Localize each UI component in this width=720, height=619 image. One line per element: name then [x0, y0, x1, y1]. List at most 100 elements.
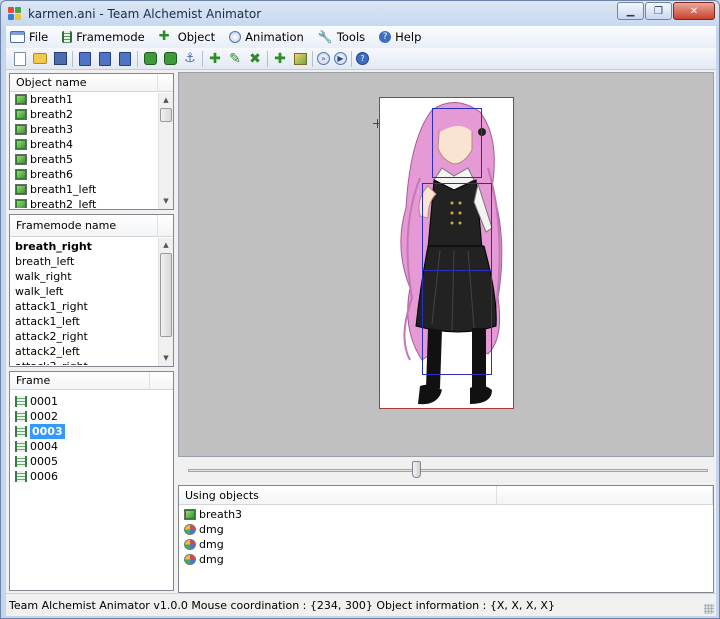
list-item[interactable]: attack1_right	[10, 299, 173, 314]
anchor-icon[interactable]: ⚓	[182, 51, 198, 67]
list-item[interactable]: 0004	[10, 439, 173, 454]
scroll-down-arrow-icon[interactable]: ▼	[159, 194, 173, 209]
new-file-button[interactable]	[12, 51, 28, 67]
close-button[interactable]: ✕	[673, 2, 715, 20]
head-hitbox[interactable]	[432, 108, 482, 178]
image-import-button[interactable]	[292, 51, 308, 67]
list-item[interactable]: attack3_right	[10, 359, 173, 365]
list-item[interactable]: attack1_left	[10, 314, 173, 329]
resize-grip-icon[interactable]	[704, 604, 714, 614]
scroll-thumb[interactable]	[160, 253, 172, 337]
list-item[interactable]: breath2	[10, 107, 173, 122]
object-icon	[15, 94, 27, 105]
play-icon[interactable]: ▶	[334, 52, 347, 65]
puzzle-icon[interactable]: ✚	[272, 51, 288, 67]
scroll-thumb[interactable]	[160, 108, 172, 122]
sprite-frame[interactable]	[379, 97, 514, 409]
list-item-label: 0006	[30, 470, 58, 483]
menu-bar: File Framemode ✚ Object Animation 🔧 Tool…	[6, 26, 716, 48]
scroll-up-arrow-icon[interactable]: ▲	[159, 93, 173, 108]
list-item[interactable]: breath_right	[10, 239, 173, 254]
list-item[interactable]: 0005	[10, 454, 173, 469]
frame-slider-track[interactable]	[188, 469, 708, 472]
object-add-icon[interactable]: ✚	[207, 51, 223, 67]
list-item-label: attack3_right	[15, 359, 88, 365]
list-item-label: 0003	[29, 423, 66, 440]
framemode-edit-button[interactable]	[97, 51, 113, 67]
title-bar[interactable]: karmen.ani - Team Alchemist Animator ▁ ❐…	[1, 1, 719, 26]
scroll-up-arrow-icon[interactable]: ▲	[159, 238, 173, 253]
list-item[interactable]: breath3	[179, 507, 713, 522]
list-item[interactable]: breath1	[10, 92, 173, 107]
list-item-label: attack1_left	[15, 315, 80, 328]
save-file-button[interactable]	[52, 51, 68, 67]
list-item[interactable]: 0002	[10, 409, 173, 424]
list-item-label: breath3	[199, 508, 243, 521]
frame-add-button[interactable]	[142, 51, 158, 67]
list-item[interactable]: dmg	[179, 522, 713, 537]
list-item[interactable]: walk_left	[10, 284, 173, 299]
object-list-scrollbar[interactable]: ▲ ▼	[158, 93, 173, 209]
framemode-list-scrollbar[interactable]: ▲ ▼	[158, 238, 173, 366]
using-objects-column[interactable]: Using objects	[179, 485, 497, 505]
list-item-label: attack1_right	[15, 300, 88, 313]
body-hitbox[interactable]	[422, 183, 492, 375]
image-icon	[293, 52, 307, 65]
using-objects-extra-column[interactable]	[497, 485, 713, 505]
list-item[interactable]: breath3	[10, 122, 173, 137]
hitbox-divider	[422, 270, 492, 271]
frame-list: 0001 0002 0003 0004 0005 0006	[10, 390, 173, 484]
frame-slider-thumb[interactable]	[412, 461, 422, 478]
list-item[interactable]: dmg	[179, 537, 713, 552]
toolbar-separator	[202, 50, 203, 67]
list-item[interactable]: 0006	[10, 469, 173, 484]
puzzle-icon: ✚	[158, 29, 170, 44]
film-frame-icon	[15, 471, 27, 482]
frame-column[interactable]: Frame	[10, 371, 150, 390]
frame-list-panel: Frame 0001 0002 0003 0004 0005 0006	[9, 371, 174, 591]
list-item[interactable]: breath5	[10, 152, 173, 167]
menu-file[interactable]: File	[10, 30, 48, 44]
object-name-column[interactable]: Object name	[10, 73, 158, 92]
film-frame-icon	[15, 426, 27, 437]
framemode-new-button[interactable]	[77, 51, 93, 67]
list-item[interactable]: 0001	[10, 394, 173, 409]
window-icon	[10, 31, 25, 43]
menu-tools[interactable]: 🔧 Tools	[318, 30, 365, 44]
list-item[interactable]: breath6	[10, 167, 173, 182]
framemode-name-column[interactable]: Framemode name	[10, 214, 158, 237]
help-icon[interactable]: ?	[356, 52, 369, 65]
framemode-delete-button[interactable]	[117, 51, 133, 67]
save-icon	[53, 52, 67, 65]
list-item-label: breath2	[30, 108, 74, 121]
frame-remove-button[interactable]	[162, 51, 178, 67]
menu-object[interactable]: ✚ Object	[159, 30, 215, 44]
list-item-label: attack2_right	[15, 330, 88, 343]
menu-framemode[interactable]: Framemode	[62, 30, 145, 44]
list-item-label: breath1_left	[30, 183, 97, 196]
open-file-button[interactable]	[32, 51, 48, 67]
list-item[interactable]: breath2_left	[10, 197, 173, 208]
object-edit-icon[interactable]: ✎	[227, 51, 243, 67]
animation-canvas[interactable]	[178, 72, 714, 457]
object-remove-icon[interactable]: ✖	[247, 51, 263, 67]
list-item-selected[interactable]: 0003	[10, 423, 173, 440]
list-item-label: breath6	[30, 168, 74, 181]
menu-animation[interactable]: Animation	[229, 30, 304, 44]
list-item[interactable]: dmg	[179, 552, 713, 567]
list-item[interactable]: attack2_left	[10, 344, 173, 359]
fast-forward-icon[interactable]: »	[317, 52, 330, 65]
list-item-label: walk_right	[15, 270, 72, 283]
object-icon	[15, 109, 27, 120]
list-item[interactable]: walk_right	[10, 269, 173, 284]
list-item-label: dmg	[199, 538, 224, 551]
list-item[interactable]: breath4	[10, 137, 173, 152]
list-item[interactable]: attack2_right	[10, 329, 173, 344]
menu-help[interactable]: ? Help	[379, 30, 421, 44]
list-item[interactable]: breath1_left	[10, 182, 173, 197]
minimize-button[interactable]: ▁	[617, 2, 644, 20]
maximize-button[interactable]: ❐	[645, 2, 672, 20]
list-item[interactable]: breath_left	[10, 254, 173, 269]
scroll-down-arrow-icon[interactable]: ▼	[159, 351, 173, 366]
object-icon	[15, 184, 27, 195]
